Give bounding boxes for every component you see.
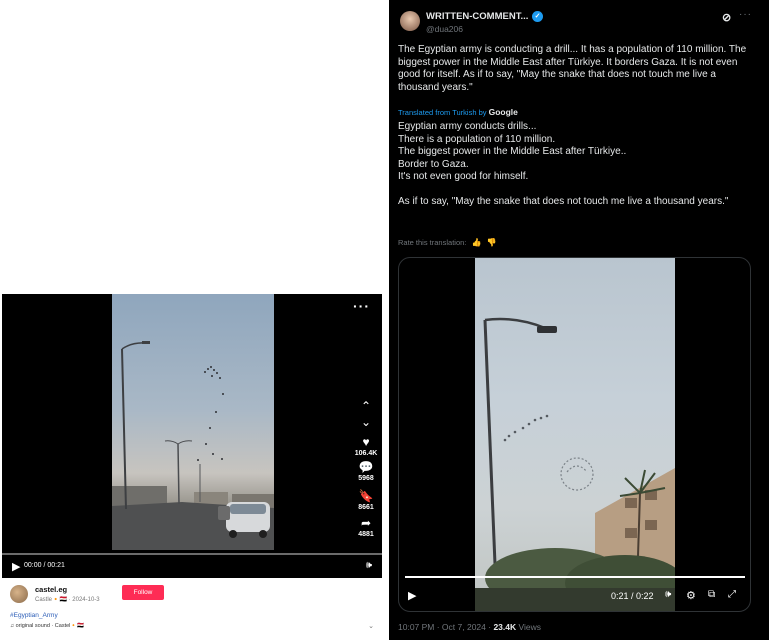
tiktok-username[interactable]: castel.eg	[35, 585, 67, 594]
follow-button[interactable]: Follow	[122, 585, 164, 600]
tweet-video-time: 0:21 / 0:22	[611, 591, 654, 601]
play-icon[interactable]: ▶	[12, 560, 20, 573]
chevron-up-icon[interactable]: ⌃	[352, 400, 380, 412]
video-scene-street	[112, 341, 274, 550]
comment-count: 5968	[358, 475, 374, 482]
tweet-author-handle[interactable]: @dua206	[426, 24, 463, 34]
original-line: There is a population of 110 million.	[398, 133, 556, 145]
volume-icon[interactable]: 🕪	[366, 560, 372, 571]
original-text: Egyptian army conducts drills... There i…	[398, 121, 753, 208]
sound-link[interactable]: ♫ original sound · Castel🔸🇪🇬	[10, 623, 84, 629]
original-line: Egyptian army conducts drills...	[398, 121, 537, 132]
thumbs-down-icon[interactable]: 👎	[487, 238, 497, 247]
original-line: It's not even good for himself.	[398, 171, 529, 182]
share-button[interactable]: ➦ 4881	[352, 517, 380, 538]
picture-in-picture-icon[interactable]: ⧉	[708, 589, 715, 600]
tweet-progress-bar[interactable]	[405, 576, 745, 578]
share-count: 4881	[358, 531, 374, 538]
tiktok-time: 00:00 / 00:21	[24, 562, 65, 569]
tiktok-video-frame	[112, 294, 274, 550]
tiktok-progress-bar[interactable]	[2, 553, 382, 555]
more-icon[interactable]: ···	[739, 9, 752, 20]
tweet-card: WRITTEN-COMMENT... ✓ @dua206 ⊘ ··· The E…	[389, 0, 769, 640]
rate-label: Rate this translation:	[398, 238, 467, 247]
tweet-timestamp[interactable]: 10:07 PM · Oct 7, 2024 ·	[398, 622, 493, 632]
like-count: 106.4K	[354, 450, 378, 457]
tiktok-post-info: castel.eg Castle🔸🇪🇬 · 2024-10-3 Follow #…	[2, 578, 382, 640]
volume-icon[interactable]: 🕪	[665, 589, 671, 600]
chevron-down-icon[interactable]: ⌄	[368, 622, 374, 630]
hashtag-link[interactable]: #Egyptian_Army	[10, 612, 58, 619]
video-scene-lamp-trees	[475, 317, 675, 611]
play-icon[interactable]: ▶	[408, 589, 416, 602]
translated-by[interactable]: Translated from Turkish by Google	[398, 107, 518, 117]
tweet-text: The Egyptian army is conducting a drill.…	[398, 44, 747, 93]
translated-prefix: Translated from Turkish by	[398, 108, 487, 117]
bookmark-button[interactable]: 🔖 8661	[352, 490, 380, 511]
grok-icon[interactable]: ⊘	[722, 11, 731, 24]
avatar[interactable]	[400, 11, 420, 31]
tweet-video-player[interactable]: ▶ 0:21 / 0:22 🕪 ⚙ ⧉ ⤢	[398, 257, 751, 612]
tweet-meta: 10:07 PM · Oct 7, 2024 · 23.4K Views	[398, 622, 541, 632]
share-icon: ➦	[360, 516, 372, 530]
rate-translation: Rate this translation: 👍 👎	[398, 238, 497, 247]
tweet-video-frame	[475, 258, 675, 611]
bookmark-count: 8661	[358, 504, 374, 511]
comment-icon: 💬	[358, 460, 374, 474]
views-count: 23.4K	[493, 622, 517, 632]
tiktok-post: ··· ⌃ ⌄ ♥ 106.4K 💬 5968 🔖 8661 ➦ 4881 ▶ …	[2, 294, 382, 640]
original-line: The biggest power in the Middle East aft…	[398, 146, 627, 157]
verified-badge-icon: ✓	[532, 11, 543, 22]
tweet-author-name[interactable]: WRITTEN-COMMENT...	[426, 11, 528, 22]
settings-gear-icon[interactable]: ⚙	[686, 589, 696, 602]
like-button[interactable]: ♥ 106.4K	[352, 436, 380, 457]
more-icon[interactable]: ···	[353, 298, 370, 314]
tiktok-video-player[interactable]: ··· ⌃ ⌄ ♥ 106.4K 💬 5968 🔖 8661 ➦ 4881 ▶ …	[2, 294, 382, 578]
bookmark-icon: 🔖	[358, 489, 374, 503]
tiktok-controls: ▶ 00:00 / 00:21 🕪	[2, 556, 382, 578]
chevron-down-icon[interactable]: ⌄	[352, 416, 380, 428]
original-line: Border to Gaza.	[398, 158, 469, 170]
comment-button[interactable]: 💬 5968	[352, 461, 380, 482]
heart-icon: ♥	[362, 435, 370, 449]
fullscreen-icon[interactable]: ⤢	[728, 589, 736, 600]
tiktok-subline: Castle🔸🇪🇬 · 2024-10-3	[35, 597, 100, 603]
tweet-progress-fill	[405, 576, 745, 578]
google-logo: Google	[488, 107, 518, 117]
original-line: As if to say, "May the snake that does n…	[398, 195, 729, 207]
thumbs-up-icon[interactable]: 👍	[471, 238, 481, 247]
views-label: Views	[516, 622, 542, 632]
avatar[interactable]	[10, 585, 28, 603]
